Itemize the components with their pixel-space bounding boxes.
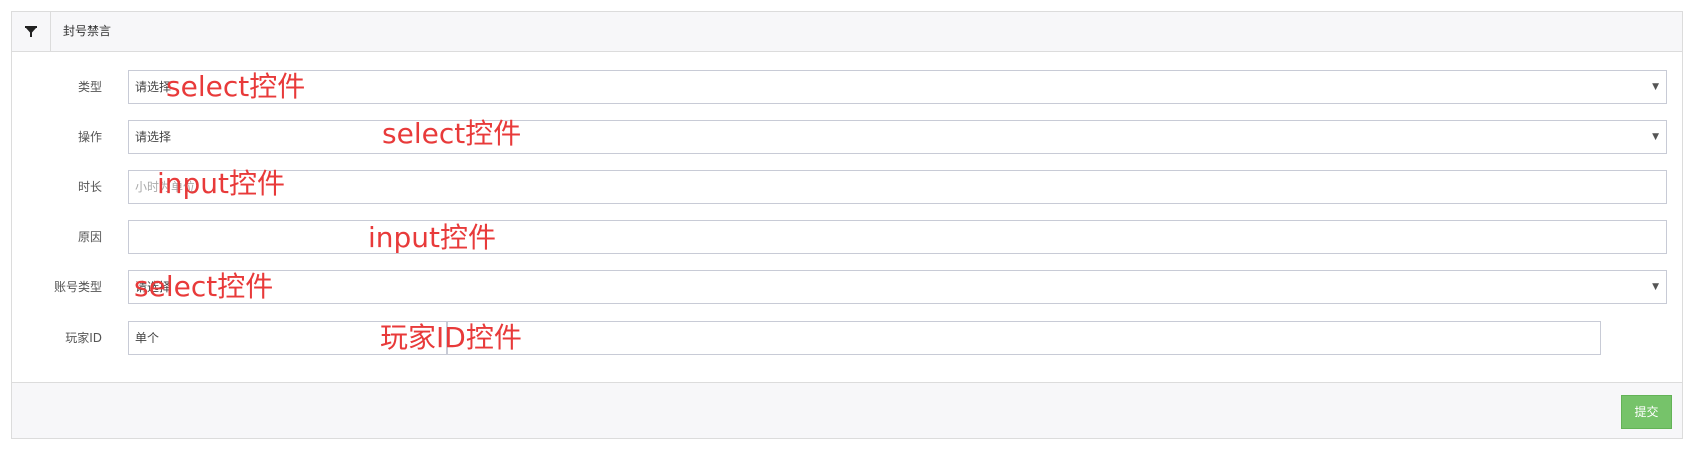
player-id-mode-value: 单个 (135, 331, 160, 345)
annotation-reason: input控件 (368, 221, 497, 254)
annotation-type: select控件 (166, 70, 306, 103)
annotation-action: select控件 (382, 117, 522, 150)
player-id-label: 玩家ID (65, 331, 102, 345)
chevron-down-icon: ▼ (1652, 132, 1659, 142)
type-select[interactable]: 请选择 ▼ (128, 70, 1667, 104)
type-label: 类型 (77, 80, 102, 94)
filter-icon[interactable] (12, 12, 51, 51)
panel-header: 封号禁言 (12, 12, 1682, 52)
chevron-down-icon: ▼ (1652, 82, 1659, 92)
duration-input[interactable]: 小时为单位 (128, 170, 1667, 204)
annotation-account-type: select控件 (134, 270, 274, 303)
reason-input[interactable] (128, 220, 1667, 254)
action-select[interactable]: 请选择 ▼ (128, 120, 1667, 154)
duration-label: 时长 (77, 180, 102, 194)
panel-title: 封号禁言 (63, 24, 112, 38)
annotation-duration: input控件 (157, 167, 286, 200)
reason-label: 原因 (77, 230, 102, 244)
chevron-down-icon: ▼ (1652, 282, 1659, 292)
annotation-player-id: 玩家ID控件 (380, 321, 522, 354)
panel-footer: 提交 (12, 382, 1682, 438)
ban-mute-panel: 封号禁言 类型 请选择 ▼ 操作 请选择 ▼ 时长 小时为单位 原因 账号类型 … (11, 11, 1683, 439)
action-label: 操作 (77, 130, 102, 144)
account-type-select[interactable]: 请选择 ▼ (128, 270, 1667, 304)
action-select-value: 请选择 (135, 130, 172, 144)
submit-button[interactable]: 提交 (1621, 395, 1672, 429)
player-id-input[interactable] (447, 321, 1601, 355)
account-type-label: 账号类型 (53, 280, 102, 294)
